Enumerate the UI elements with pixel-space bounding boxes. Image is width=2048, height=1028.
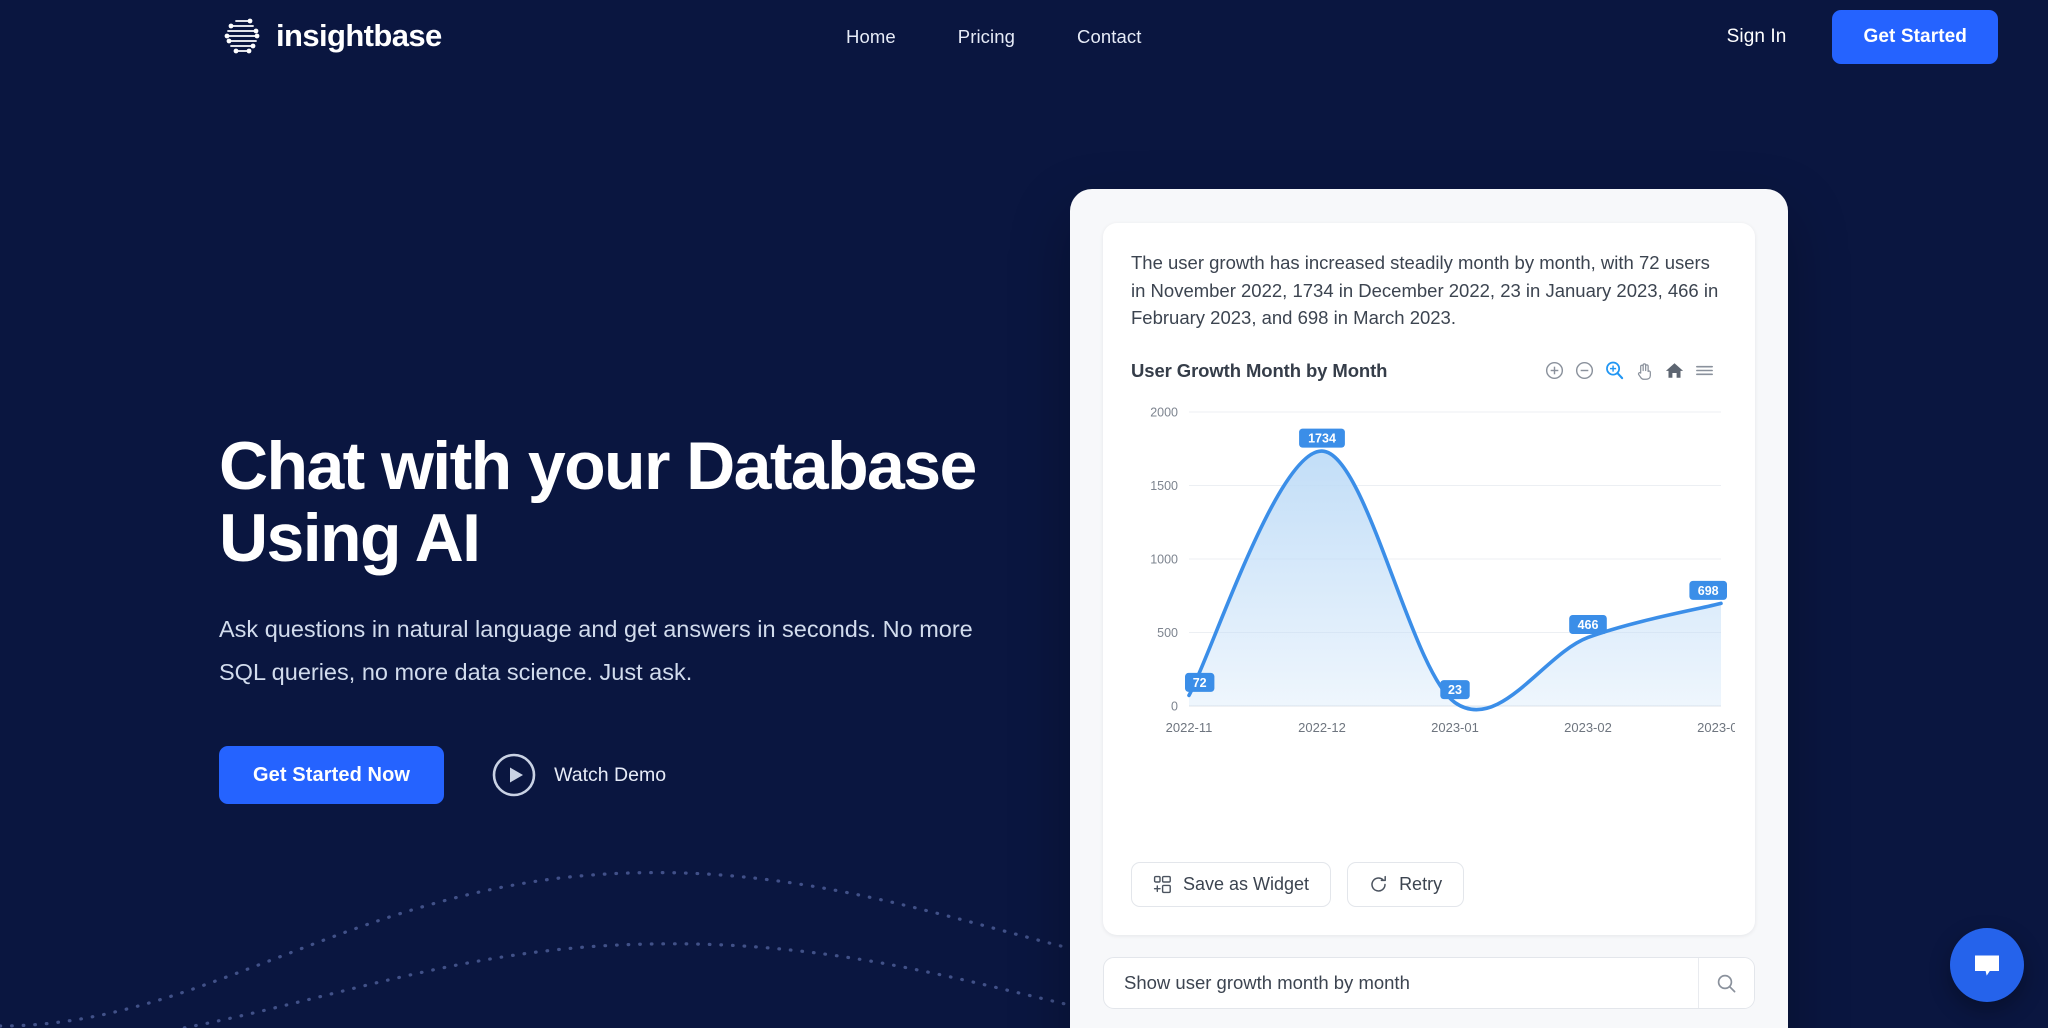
hero-subtitle: Ask questions in natural language and ge… [219, 616, 973, 685]
retry-label: Retry [1399, 874, 1443, 894]
x-axis-tick-label: 2023-03 [1697, 720, 1735, 735]
query-bar [1103, 957, 1755, 1009]
query-input[interactable] [1104, 958, 1698, 1008]
svg-text:23: 23 [1448, 683, 1462, 697]
chat-widget-button[interactable] [1950, 928, 2024, 1002]
header-actions: Sign In Get Started [1727, 10, 1998, 64]
nav-item-pricing[interactable]: Pricing [958, 26, 1015, 48]
hero-section: Chat with your Database Using AI Ask que… [219, 430, 1039, 804]
circuit-globe-icon [224, 18, 260, 54]
play-circle-icon [492, 753, 536, 797]
save-as-widget-label: Save as Widget [1183, 874, 1310, 894]
save-as-widget-button[interactable]: Save as Widget [1131, 862, 1332, 907]
chart-header: User Growth Month by Month [1131, 360, 1727, 382]
watch-demo-label: Watch Demo [554, 763, 667, 786]
get-started-now-button[interactable]: Get Started Now [219, 746, 445, 804]
refresh-icon [1371, 875, 1387, 892]
chart-data-label: 23 [1440, 679, 1470, 699]
svg-text:72: 72 [1193, 676, 1207, 690]
decorative-dot-arcs [0, 870, 1120, 1028]
chart-title: User Growth Month by Month [1131, 359, 1388, 381]
chat-bubble-icon [1975, 955, 1999, 976]
hero-title-line-1: Chat with your Database [219, 428, 977, 504]
get-started-button[interactable]: Get Started [1832, 10, 1998, 64]
nav-item-contact[interactable]: Contact [1077, 26, 1141, 48]
retry-button[interactable]: Retry [1347, 862, 1465, 907]
chart-data-label: 1734 [1299, 428, 1345, 448]
site-header: insightbase Home Pricing Contact Sign In… [0, 0, 2048, 80]
svg-text:466: 466 [1578, 618, 1599, 632]
chart-data-label: 72 [1185, 672, 1215, 692]
page-title: Chat with your Database Using AI [219, 430, 1039, 574]
chart-block: User Growth Month by Month 0 500 1000 15… [1131, 360, 1735, 756]
y-axis-tick-label: 0 [1171, 699, 1178, 713]
reset-home-icon[interactable] [1664, 360, 1685, 381]
selection-zoom-icon[interactable] [1604, 360, 1625, 381]
zoom-in-icon[interactable] [1544, 360, 1565, 381]
brand-name: insightbase [276, 18, 442, 53]
user-growth-area-chart[interactable]: 0 500 1000 1500 2000 2022-11 2022-12 2023-01 202… [1131, 396, 1735, 756]
x-axis-tick-label: 2022-11 [1166, 720, 1213, 735]
brand-logo[interactable]: insightbase [222, 14, 442, 58]
pan-icon[interactable] [1634, 360, 1655, 381]
answer-text: The user growth has increased steadily m… [1131, 252, 1719, 328]
y-axis-tick-label: 1000 [1150, 552, 1178, 566]
hero-cta-group: Get Started Now Watch Demo [219, 746, 1039, 804]
svg-text:698: 698 [1698, 583, 1719, 597]
demo-preview-card: The user growth has increased steadily m… [1070, 189, 1788, 1028]
zoom-out-icon[interactable] [1574, 360, 1595, 381]
chart-toolbar [1544, 360, 1715, 381]
chart-data-label: 698 [1689, 580, 1727, 600]
x-axis-tick-label: 2023-02 [1564, 720, 1612, 735]
chart-area-fill [1189, 450, 1721, 710]
y-axis-tick-label: 500 [1157, 626, 1178, 640]
y-axis-tick-label: 1500 [1150, 479, 1178, 493]
sign-in-link[interactable]: Sign In [1727, 26, 1787, 48]
widget-add-icon [1153, 875, 1171, 894]
primary-nav: Home Pricing Contact [846, 26, 1141, 48]
y-axis-tick-label: 2000 [1150, 405, 1178, 419]
svg-text:1734: 1734 [1308, 431, 1336, 445]
menu-icon[interactable] [1694, 360, 1715, 381]
x-axis-tick-label: 2023-01 [1431, 720, 1479, 735]
x-axis-tick-label: 2022-12 [1298, 720, 1346, 735]
watch-demo-button[interactable]: Watch Demo [492, 753, 666, 797]
chart-action-buttons: Save as Widget Retry [1131, 862, 1727, 909]
nav-item-home[interactable]: Home [846, 26, 896, 48]
query-submit-button[interactable] [1698, 958, 1754, 1008]
hero-title-line-2: Using AI [219, 500, 481, 576]
chart-data-label: 466 [1569, 614, 1607, 634]
assistant-answer-panel: The user growth has increased steadily m… [1103, 223, 1755, 935]
search-icon [1717, 974, 1736, 992]
